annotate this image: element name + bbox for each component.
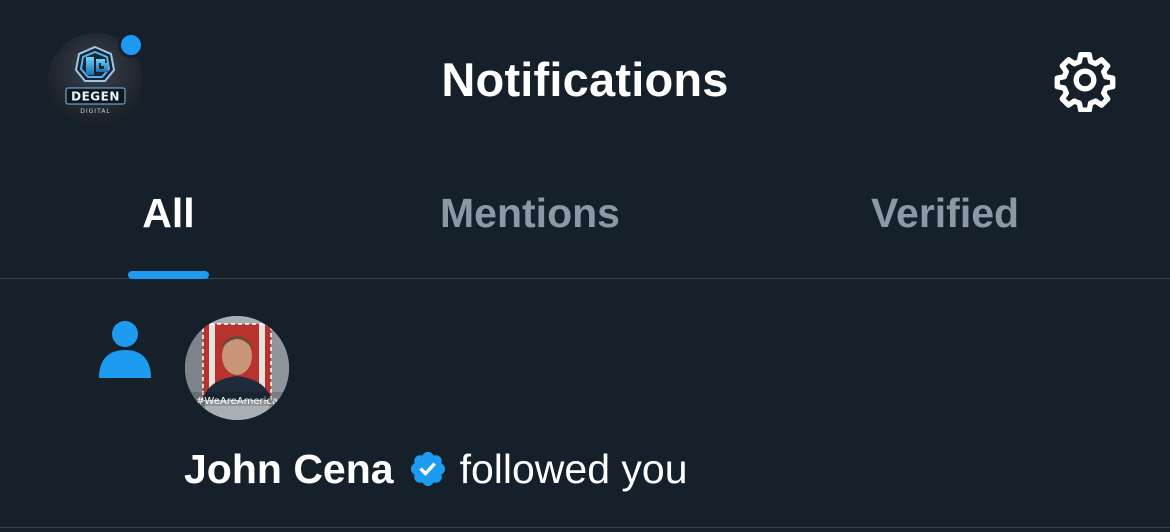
action-text: followed you — [459, 446, 688, 492]
tab-label: Mentions — [440, 190, 620, 236]
tab-label: All — [142, 190, 195, 236]
tab-mentions[interactable]: Mentions — [410, 188, 650, 278]
follower-avatar[interactable]: #WeAreAmerica — [185, 316, 289, 420]
header: DEGEN DIGITAL Notifications — [0, 0, 1170, 160]
notification-text: John Cena followed you — [184, 443, 688, 495]
tab-bar: All Mentions Verified — [0, 160, 1170, 279]
tab-label: Verified — [870, 190, 1020, 236]
active-tab-indicator — [128, 271, 209, 279]
tab-all[interactable]: All — [128, 188, 209, 278]
gear-icon — [1054, 52, 1116, 112]
avatar-caption: #WeAreAmerica — [196, 396, 278, 407]
person-icon — [99, 321, 151, 378]
settings-button[interactable] — [1050, 48, 1120, 112]
john-cena-photo: #WeAreAmerica — [185, 316, 289, 420]
notifications-screen: DEGEN DIGITAL Notifications All Mentions… — [0, 0, 1170, 532]
tab-verified[interactable]: Verified — [835, 188, 1055, 278]
user-name-link[interactable]: John Cena — [184, 443, 394, 495]
page-title: Notifications — [441, 53, 729, 106]
verified-badge-icon — [410, 451, 445, 487]
notification-item[interactable]: #WeAreAmerica John Cena followed you — [0, 279, 1170, 528]
